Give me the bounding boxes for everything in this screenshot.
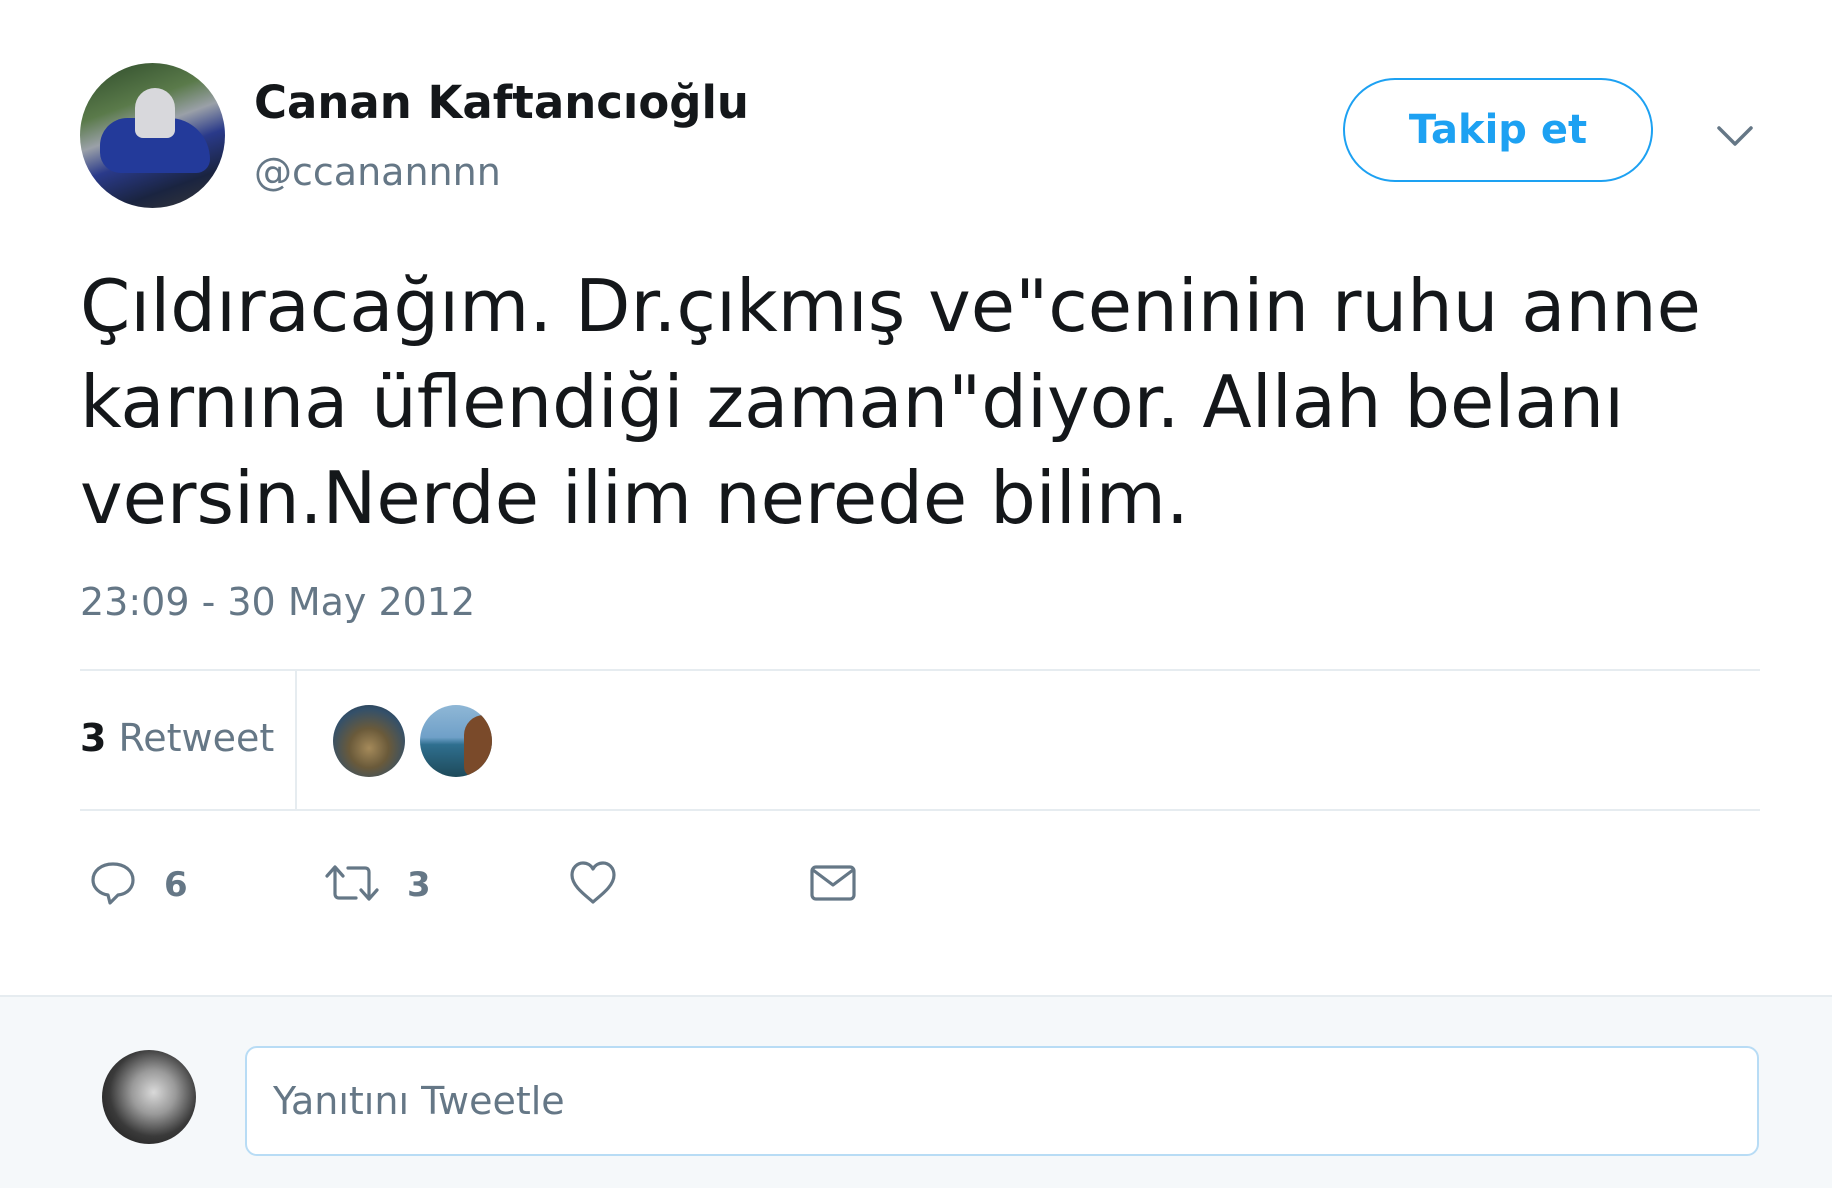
stats-top-divider [80, 669, 1760, 671]
reply-count: 6 [164, 865, 188, 905]
author-display-name[interactable]: Canan Kaftancıoğlu [254, 76, 749, 129]
reply-input[interactable]: Yanıtını Tweetle [245, 1046, 1759, 1156]
author-avatar[interactable] [80, 63, 225, 208]
reply-area: Yanıtını Tweetle [0, 995, 1832, 1188]
reply-icon [88, 858, 138, 912]
tweet-card: Canan Kaftancıoğlu @ccanannnn Takip et Ç… [0, 0, 1832, 995]
chevron-down-icon[interactable] [1715, 120, 1755, 150]
retweet-stat[interactable]: 3 Retweet [80, 716, 274, 760]
retweeter-avatar[interactable] [420, 705, 492, 777]
retweet-stat-count: 3 [80, 716, 107, 760]
tweet-text: Çıldıracağım. Dr.çıkmış ve"ceninin ruhu … [80, 264, 1701, 540]
avatar-rider [135, 88, 175, 138]
retweet-action[interactable]: 3 [323, 855, 431, 915]
like-action[interactable] [567, 855, 619, 915]
mail-icon [807, 858, 859, 912]
heart-icon [567, 858, 619, 912]
follow-button[interactable]: Takip et [1343, 78, 1653, 182]
retweet-icon [323, 858, 381, 912]
retweet-stat-label: Retweet [118, 716, 275, 760]
direct-message-action[interactable] [807, 855, 859, 915]
avatar-rock [464, 715, 492, 777]
current-user-avatar[interactable] [102, 1050, 196, 1144]
stats-bottom-divider [80, 809, 1760, 811]
reply-action[interactable]: 6 [88, 855, 188, 915]
retweet-count: 3 [407, 865, 431, 905]
stats-vertical-divider [295, 671, 297, 809]
retweeter-avatar[interactable] [333, 705, 405, 777]
author-handle[interactable]: @ccanannnn [254, 150, 501, 194]
tweet-timestamp[interactable]: 23:09 - 30 May 2012 [80, 580, 475, 624]
